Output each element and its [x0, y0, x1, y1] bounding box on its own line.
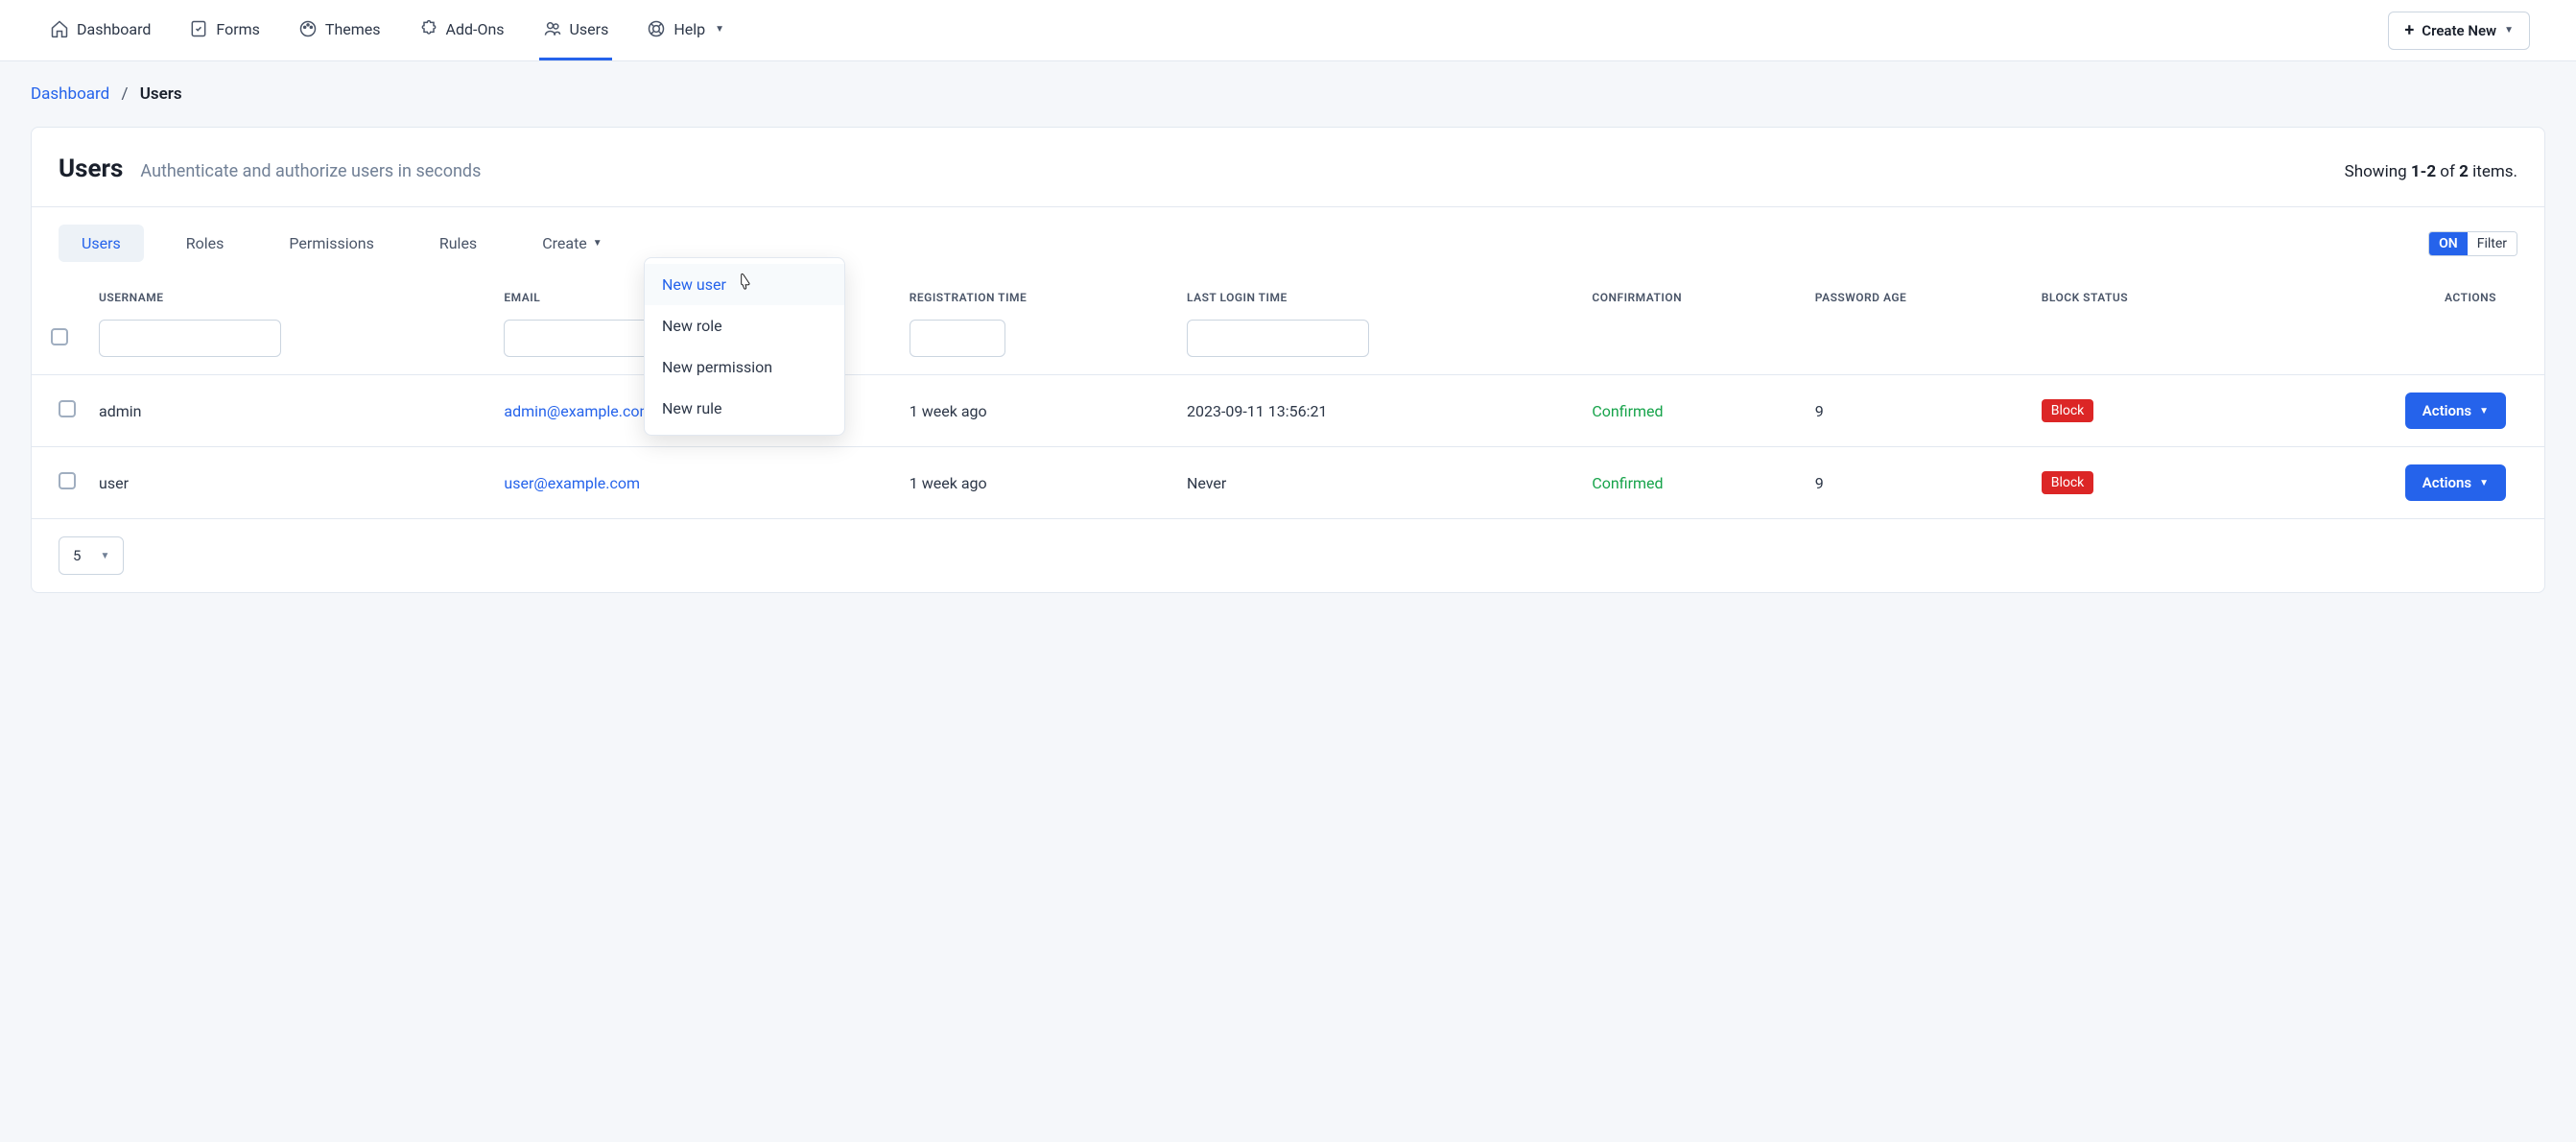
breadcrumb: Dashboard / Users — [0, 61, 2576, 127]
cell-registration: 1 week ago — [898, 375, 1175, 447]
col-blockstatus[interactable]: BLOCK STATUS — [2030, 279, 2247, 312]
nav-label: Users — [570, 20, 609, 38]
page-size-select[interactable]: 5 ▼ — [59, 536, 124, 575]
help-icon — [647, 19, 666, 38]
users-icon — [543, 19, 562, 38]
actions-button[interactable]: Actions▼ — [2405, 464, 2506, 501]
cell-passwordage: 9 — [1804, 375, 2030, 447]
col-actions: ACTIONS — [2247, 279, 2544, 312]
tab-permissions[interactable]: Permissions — [266, 225, 396, 262]
nav-label: Forms — [216, 20, 260, 38]
dropdown-new-user[interactable]: New user — [645, 264, 844, 305]
row-checkbox[interactable] — [59, 400, 76, 417]
cell-lastlogin: Never — [1175, 447, 1580, 519]
actions-button[interactable]: Actions▼ — [2405, 393, 2506, 429]
breadcrumb-home[interactable]: Dashboard — [31, 84, 109, 104]
cell-email[interactable]: admin@example.com — [504, 402, 652, 420]
chevron-down-icon: ▼ — [715, 24, 724, 35]
top-nav: Dashboard Forms Themes Add-Ons Users Hel… — [0, 0, 2576, 61]
cell-username: admin — [87, 375, 492, 447]
tab-users[interactable]: Users — [59, 225, 144, 262]
filter-username-input[interactable] — [99, 320, 281, 357]
chevron-down-icon: ▼ — [2479, 406, 2489, 416]
cell-username: user — [87, 447, 492, 519]
block-badge[interactable]: Block — [2042, 471, 2094, 494]
filter-row — [32, 312, 2544, 375]
nav-forms[interactable]: Forms — [185, 0, 264, 60]
select-all-checkbox[interactable] — [51, 328, 68, 345]
cell-lastlogin: 2023-09-11 13:56:21 — [1175, 375, 1580, 447]
nav-users[interactable]: Users — [539, 0, 613, 60]
users-table: USERNAME EMAIL REGISTRATION TIME LAST LO… — [32, 279, 2544, 518]
col-lastlogin[interactable]: LAST LOGIN TIME — [1175, 279, 1580, 312]
nav-label: Help — [674, 20, 705, 38]
nav-dashboard[interactable]: Dashboard — [46, 0, 154, 60]
dropdown-new-permission[interactable]: New permission — [645, 346, 844, 388]
col-registration[interactable]: REGISTRATION TIME — [898, 279, 1175, 312]
chevron-down-icon: ▼ — [2479, 478, 2489, 488]
card-header-left: Users Authenticate and authorize users i… — [59, 155, 481, 183]
tab-rules[interactable]: Rules — [416, 225, 500, 262]
nav-addons[interactable]: Add-Ons — [415, 0, 508, 60]
users-card: Users Authenticate and authorize users i… — [31, 127, 2545, 593]
card-header: Users Authenticate and authorize users i… — [32, 128, 2544, 207]
tab-create[interactable]: Create ▼ — [519, 225, 626, 262]
row-checkbox[interactable] — [59, 472, 76, 489]
filter-reg-from-input[interactable] — [910, 320, 1005, 357]
table-row: admin admin@example.com 1 week ago 2023-… — [32, 375, 2544, 447]
block-badge[interactable]: Block — [2042, 399, 2094, 422]
filter-toggle[interactable]: ON Filter — [2428, 231, 2517, 256]
tabs: Users Roles Permissions Rules Create ▼ N… — [59, 225, 626, 262]
cell-confirmation: Confirmed — [1592, 402, 1663, 420]
plus-icon: + — [2404, 22, 2414, 39]
cell-passwordage: 9 — [1804, 447, 2030, 519]
nav-themes[interactable]: Themes — [295, 0, 385, 60]
home-icon — [50, 19, 69, 38]
cell-email[interactable]: user@example.com — [504, 474, 640, 492]
create-new-label: Create New — [2422, 22, 2496, 39]
showing-text: Showing 1-2 of 2 items. — [2345, 162, 2517, 181]
nav-label: Dashboard — [77, 20, 151, 38]
create-dropdown: New user New role New permission New rul… — [644, 257, 845, 436]
dropdown-new-rule[interactable]: New rule — [645, 388, 844, 429]
page-subtitle: Authenticate and authorize users in seco… — [140, 161, 481, 181]
forms-icon — [189, 19, 208, 38]
cell-confirmation: Confirmed — [1592, 474, 1663, 492]
filter-label: Filter — [2468, 232, 2517, 255]
chevron-down-icon: ▼ — [593, 238, 603, 249]
nav-help[interactable]: Help ▼ — [643, 0, 728, 60]
puzzle-icon — [419, 19, 438, 38]
cell-registration: 1 week ago — [898, 447, 1175, 519]
breadcrumb-current: Users — [140, 84, 182, 104]
filter-on-label: ON — [2429, 232, 2468, 255]
create-new-button[interactable]: + Create New ▼ — [2388, 12, 2530, 50]
tab-roles[interactable]: Roles — [163, 225, 248, 262]
nav-label: Add-Ons — [446, 20, 505, 38]
nav-items: Dashboard Forms Themes Add-Ons Users Hel… — [46, 0, 728, 60]
chevron-down-icon: ▼ — [2504, 25, 2514, 36]
page-size-value: 5 — [73, 547, 81, 564]
tabs-row: Users Roles Permissions Rules Create ▼ N… — [32, 207, 2544, 279]
filter-login-input[interactable] — [1187, 320, 1369, 357]
breadcrumb-separator: / — [121, 84, 128, 104]
col-passwordage[interactable]: PASSWORD AGE — [1804, 279, 2030, 312]
palette-icon — [298, 19, 318, 38]
nav-label: Themes — [325, 20, 381, 38]
page-title: Users — [59, 155, 123, 183]
dropdown-new-role[interactable]: New role — [645, 305, 844, 346]
table-row: user user@example.com 1 week ago Never C… — [32, 447, 2544, 519]
tab-create-label: Create — [542, 234, 587, 252]
chevron-down-icon: ▼ — [100, 551, 109, 561]
card-footer: 5 ▼ — [32, 518, 2544, 592]
col-confirmation[interactable]: CONFIRMATION — [1580, 279, 1803, 312]
col-username[interactable]: USERNAME — [87, 279, 492, 312]
